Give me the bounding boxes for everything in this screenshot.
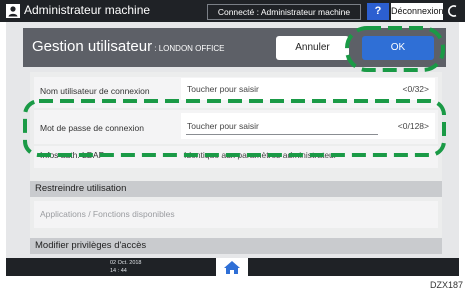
- login-password-label: Mot de passe de connexion: [40, 123, 144, 133]
- logout-button[interactable]: Déconnexion: [391, 3, 444, 20]
- help-button[interactable]: ?: [367, 3, 389, 20]
- home-icon: [224, 261, 240, 274]
- figure-caption: DZX187: [429, 280, 463, 290]
- login-username-label: Nom utilisateur de connexion: [40, 86, 150, 96]
- ldap-auth-label: Infos auth. LDAP: [40, 150, 105, 160]
- page-title: Gestion utilisateur : LONDON OFFICE: [32, 38, 225, 55]
- date-time: 02 Oct. 2018 14 : 44: [110, 259, 142, 275]
- connection-status: Connecté : Administrateur machine: [207, 4, 361, 20]
- power-icon[interactable]: [447, 4, 461, 18]
- page-subtitle: : LONDON OFFICE: [152, 44, 225, 53]
- home-button[interactable]: [216, 258, 248, 276]
- status-date: 02 Oct. 2018: [110, 260, 142, 266]
- login-username-placeholder: Toucher pour saisir: [187, 84, 259, 94]
- cancel-button[interactable]: Annuler: [276, 36, 349, 60]
- password-underline: [186, 134, 378, 135]
- page-title-text: Gestion utilisateur: [32, 38, 153, 55]
- login-password-field[interactable]: Toucher pour saisir <0/128>: [181, 113, 435, 139]
- login-password-counter: <0/128>: [397, 121, 429, 131]
- login-username-counter: <0/32>: [402, 84, 429, 94]
- available-apps-label: Applications / Fonctions disponibles: [40, 209, 175, 219]
- user-icon: [6, 4, 20, 18]
- ok-button[interactable]: OK: [362, 36, 434, 60]
- login-password-placeholder: Toucher pour saisir: [187, 121, 259, 131]
- section-restrict-usage: Restreindre utilisation: [30, 181, 442, 197]
- login-username-field[interactable]: Toucher pour saisir <0/32>: [181, 78, 435, 100]
- ldap-auth-value[interactable]: Identique aux paramètres administrateur: [184, 150, 337, 160]
- status-time: 14 : 44: [110, 268, 127, 274]
- section-modify-privileges: Modifier privilèges d'accès: [30, 238, 442, 254]
- window-title: Administrateur machine: [24, 3, 151, 17]
